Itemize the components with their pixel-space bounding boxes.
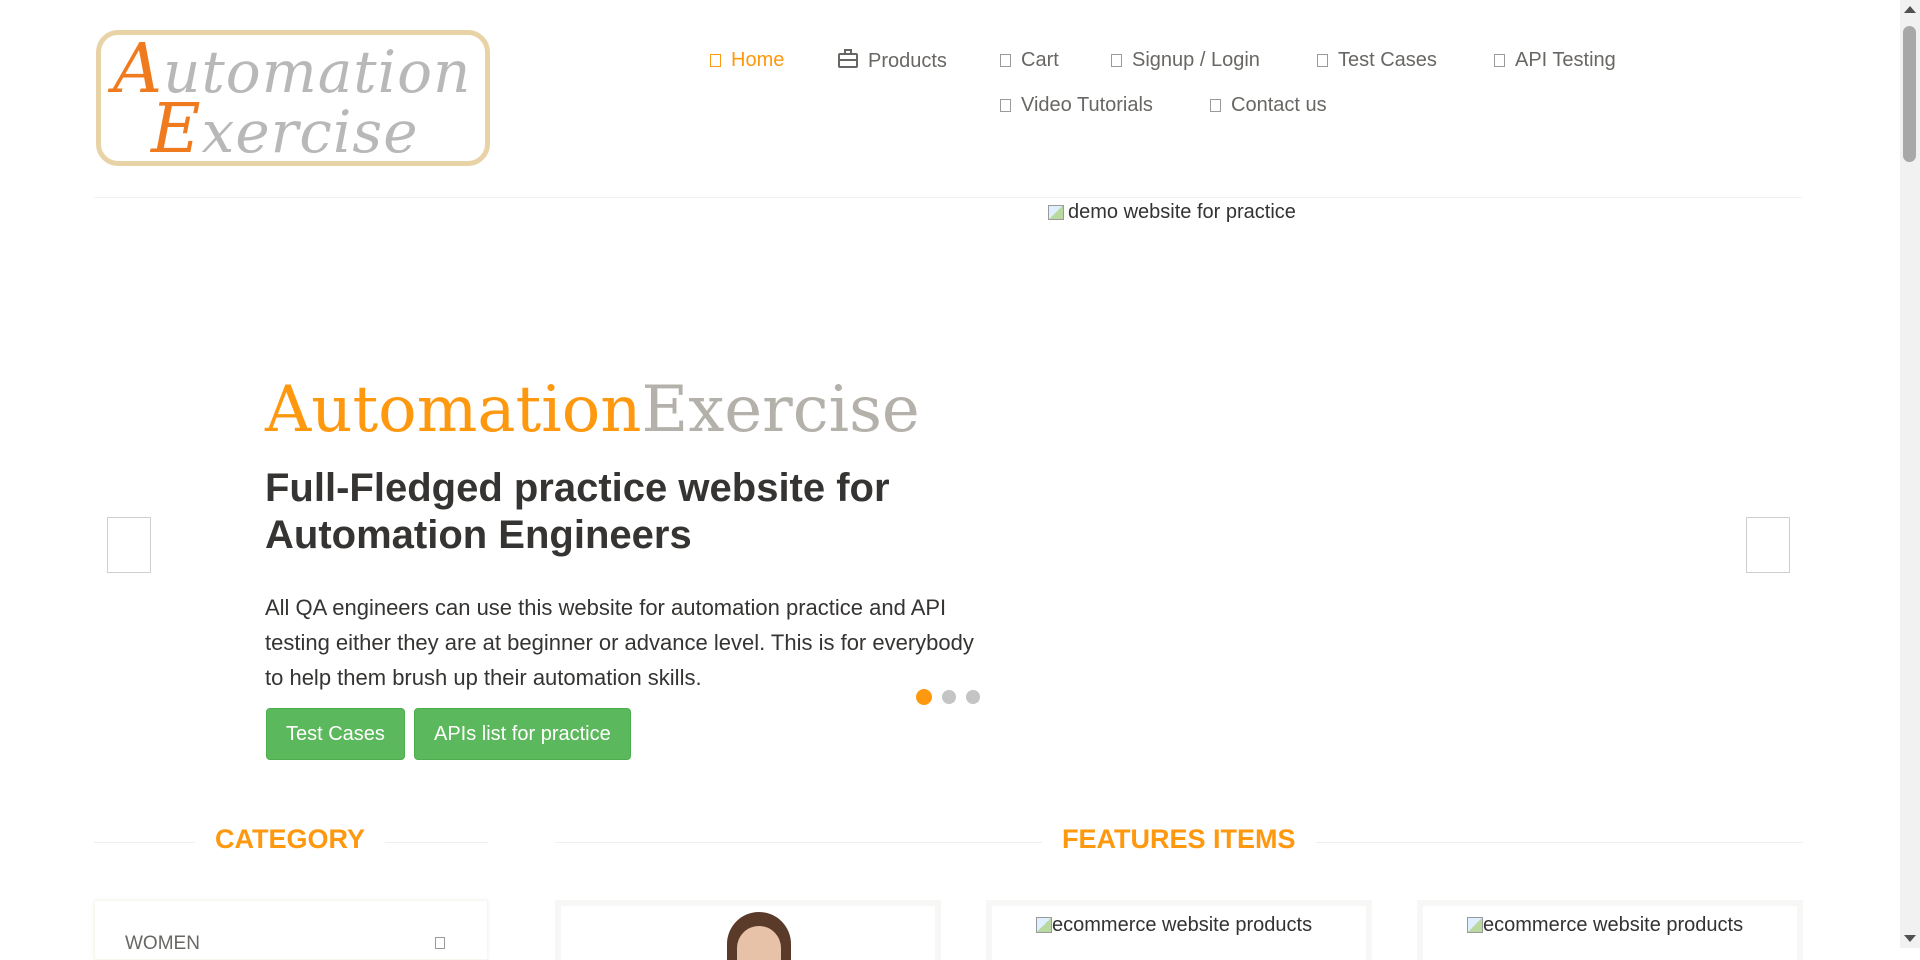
- scroll-up-arrow-icon[interactable]: [1904, 6, 1916, 13]
- nav-api-testing[interactable]: API Testing: [1494, 44, 1616, 76]
- list-icon: [1317, 54, 1328, 67]
- nav-video-tutorials-label: Video Tutorials: [1021, 94, 1153, 116]
- product-image: ecommerce website products: [1036, 914, 1312, 937]
- nav-home[interactable]: Home: [710, 44, 784, 76]
- apis-list-button[interactable]: APIs list for practice: [414, 708, 631, 760]
- site-logo[interactable]: Automation Exercise: [96, 30, 490, 166]
- test-cases-button[interactable]: Test Cases: [266, 708, 405, 760]
- brand-part-exercise: Exercise: [641, 373, 920, 447]
- cart-icon: [1000, 54, 1011, 67]
- broken-image-icon: [1467, 917, 1483, 933]
- category-item-women[interactable]: WOMEN: [125, 933, 200, 955]
- product-image: ecommerce website products: [1467, 914, 1743, 937]
- nav-test-cases-label: Test Cases: [1338, 49, 1437, 71]
- nav-test-cases[interactable]: Test Cases: [1317, 44, 1437, 76]
- nav-home-label: Home: [731, 49, 785, 71]
- slider-indicators: [916, 689, 990, 709]
- logo-line-2: Exercise: [151, 90, 419, 169]
- lock-icon: [1111, 54, 1122, 67]
- plus-icon[interactable]: [435, 937, 445, 949]
- product-image-alt: ecommerce website products: [1052, 914, 1313, 936]
- home-icon: [710, 54, 721, 67]
- broken-image-icon: [1046, 202, 1066, 222]
- features-title: FEATURES ITEMS: [1042, 820, 1316, 858]
- category-panel: WOMEN: [94, 900, 488, 960]
- youtube-icon: [1000, 99, 1011, 112]
- slider-dot-3[interactable]: [966, 690, 980, 704]
- slider-heading: Full-Fledged practice website for Automa…: [265, 466, 890, 557]
- header-divider: [94, 197, 1802, 198]
- slider-brand-title: AutomationExercise: [265, 370, 920, 450]
- slider-description: All QA engineers can use this website fo…: [265, 595, 974, 690]
- category-title: CATEGORY: [195, 820, 386, 858]
- slider-dot-1[interactable]: [916, 689, 932, 705]
- scroll-down-arrow-icon[interactable]: [1904, 935, 1916, 942]
- brand-part-automation: Automation: [265, 373, 642, 447]
- product-card: [555, 900, 941, 960]
- product-image-alt: ecommerce website products: [1483, 914, 1744, 936]
- nav-contact-us-label: Contact us: [1231, 94, 1327, 116]
- nav-products[interactable]: Products: [838, 45, 947, 77]
- nav-api-testing-label: API Testing: [1515, 49, 1616, 71]
- scrollbar-thumb[interactable]: [1903, 26, 1916, 162]
- nav-cart[interactable]: Cart: [1000, 44, 1059, 76]
- page-scrollbar[interactable]: [1900, 0, 1920, 948]
- nav-signup-login[interactable]: Signup / Login: [1111, 44, 1260, 76]
- slider-dot-2[interactable]: [942, 690, 956, 704]
- product-card: ecommerce website products: [986, 900, 1372, 960]
- envelope-icon: [1210, 99, 1221, 112]
- slider-image-alt: demo website for practice: [1068, 201, 1296, 223]
- nav-contact-us[interactable]: Contact us: [1210, 89, 1327, 121]
- slider-prev-button[interactable]: [107, 517, 151, 573]
- nav-signup-login-label: Signup / Login: [1132, 49, 1260, 71]
- product-card: ecommerce website products: [1417, 900, 1803, 960]
- broken-image-icon: [1036, 917, 1052, 933]
- slider-next-button[interactable]: [1746, 517, 1790, 573]
- briefcase-icon: [838, 49, 858, 68]
- nav-products-label: Products: [868, 50, 947, 72]
- list-icon: [1494, 54, 1505, 67]
- slider-image: demo website for practice: [1046, 201, 1296, 224]
- nav-video-tutorials[interactable]: Video Tutorials: [1000, 89, 1153, 121]
- nav-cart-label: Cart: [1021, 49, 1059, 71]
